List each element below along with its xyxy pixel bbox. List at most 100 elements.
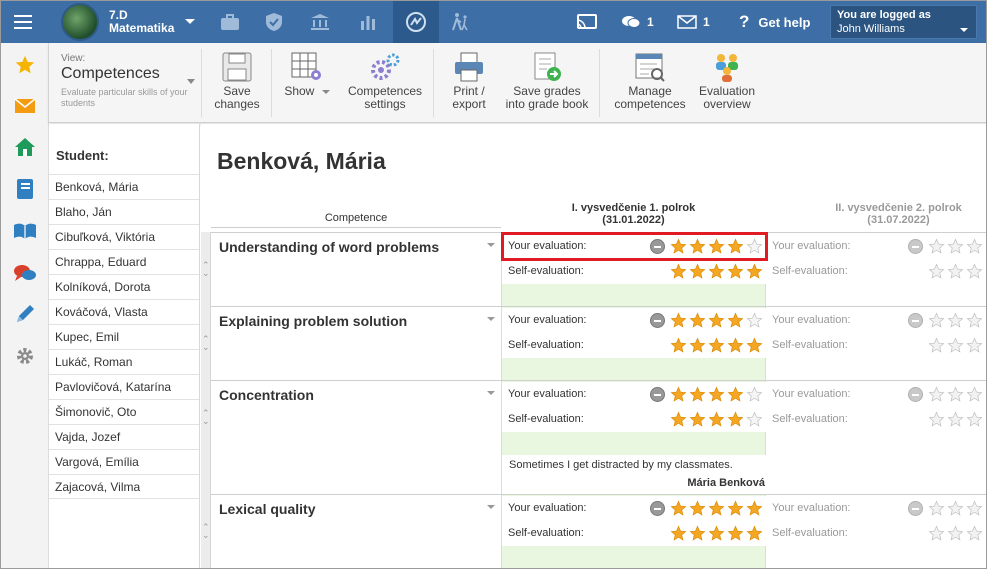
rating-star-icon[interactable] bbox=[947, 525, 964, 542]
gear-icon[interactable] bbox=[13, 344, 37, 368]
rating-star-icon[interactable] bbox=[966, 312, 983, 329]
star-rating[interactable] bbox=[670, 411, 763, 428]
clear-rating-icon[interactable] bbox=[650, 239, 665, 254]
star-icon[interactable] bbox=[13, 53, 37, 77]
rating-star-icon[interactable] bbox=[708, 500, 725, 517]
clear-rating-icon[interactable] bbox=[650, 313, 665, 328]
menu-icon[interactable] bbox=[1, 1, 45, 43]
rating-star-icon[interactable] bbox=[689, 411, 706, 428]
class-selector[interactable]: 7.D Matematika bbox=[53, 3, 203, 41]
rating-star-icon[interactable] bbox=[727, 337, 744, 354]
rating-star-icon[interactable] bbox=[670, 312, 687, 329]
rating-star-icon[interactable] bbox=[689, 312, 706, 329]
rating-star-icon[interactable] bbox=[689, 386, 706, 403]
reorder-icon[interactable]: ⌃ ⌄ bbox=[202, 335, 210, 352]
messages-button[interactable]: 1 bbox=[621, 1, 654, 43]
student-item[interactable]: Lukáč, Roman bbox=[49, 349, 199, 374]
reorder-icon[interactable]: ⌃ ⌄ bbox=[202, 261, 210, 278]
competences-settings-button[interactable]: Competences settings bbox=[343, 51, 427, 117]
rating-star-icon[interactable] bbox=[947, 411, 964, 428]
clear-rating-icon[interactable] bbox=[908, 387, 923, 402]
rating-star-icon[interactable] bbox=[928, 238, 945, 255]
star-rating[interactable] bbox=[670, 263, 763, 280]
show-button[interactable]: Show bbox=[283, 51, 331, 117]
student-item[interactable]: Šimonovič, Oto bbox=[49, 399, 199, 424]
institution-icon[interactable] bbox=[297, 1, 343, 43]
rating-star-icon[interactable] bbox=[670, 386, 687, 403]
rating-star-icon[interactable] bbox=[928, 386, 945, 403]
briefcase-icon[interactable] bbox=[207, 1, 253, 43]
star-rating[interactable] bbox=[650, 386, 763, 403]
rating-star-icon[interactable] bbox=[947, 337, 964, 354]
rating-star-icon[interactable] bbox=[670, 500, 687, 517]
rating-star-icon[interactable] bbox=[966, 238, 983, 255]
save-changes-button[interactable]: Save changes bbox=[209, 51, 265, 117]
envelope-icon[interactable] bbox=[13, 94, 37, 118]
rating-star-icon[interactable] bbox=[708, 525, 725, 542]
student-item[interactable]: Cibuľková, Viktória bbox=[49, 224, 199, 249]
rating-star-icon[interactable] bbox=[727, 386, 744, 403]
star-rating[interactable] bbox=[650, 238, 763, 255]
rating-star-icon[interactable] bbox=[966, 525, 983, 542]
open-book-icon[interactable] bbox=[13, 219, 37, 243]
rating-star-icon[interactable] bbox=[670, 525, 687, 542]
rating-star-icon[interactable] bbox=[966, 337, 983, 354]
rating-star-icon[interactable] bbox=[746, 525, 763, 542]
student-item[interactable]: Chrappa, Eduard bbox=[49, 249, 199, 274]
rating-star-icon[interactable] bbox=[727, 263, 744, 280]
row-scroller[interactable] bbox=[201, 232, 211, 568]
rating-star-icon[interactable] bbox=[746, 500, 763, 517]
student-item[interactable]: Pavlovičová, Katarína bbox=[49, 374, 199, 399]
rating-star-icon[interactable] bbox=[689, 337, 706, 354]
student-item[interactable]: Zajacová, Vilma bbox=[49, 474, 199, 499]
rating-star-icon[interactable] bbox=[727, 500, 744, 517]
print-export-button[interactable]: Print / export bbox=[447, 51, 491, 117]
rating-star-icon[interactable] bbox=[966, 500, 983, 517]
student-item[interactable]: Kováčová, Vlasta bbox=[49, 299, 199, 324]
star-rating[interactable] bbox=[650, 500, 763, 517]
rating-star-icon[interactable] bbox=[670, 337, 687, 354]
rating-star-icon[interactable] bbox=[670, 411, 687, 428]
reorder-icon[interactable]: ⌃ ⌄ bbox=[202, 409, 210, 426]
star-rating[interactable] bbox=[650, 312, 763, 329]
chevron-down-icon[interactable] bbox=[487, 391, 495, 395]
rating-star-icon[interactable] bbox=[708, 312, 725, 329]
rating-star-icon[interactable] bbox=[708, 411, 725, 428]
rating-star-icon[interactable] bbox=[746, 312, 763, 329]
rating-star-icon[interactable] bbox=[928, 312, 945, 329]
rating-star-icon[interactable] bbox=[746, 263, 763, 280]
rating-star-icon[interactable] bbox=[727, 238, 744, 255]
rating-star-icon[interactable] bbox=[689, 238, 706, 255]
student-item[interactable]: Blaho, Ján bbox=[49, 199, 199, 224]
student-item[interactable]: Benková, Mária bbox=[49, 174, 199, 199]
competences-icon[interactable] bbox=[393, 1, 439, 43]
rating-star-icon[interactable] bbox=[746, 337, 763, 354]
rating-star-icon[interactable] bbox=[746, 411, 763, 428]
user-menu[interactable]: You are logged as John Williams bbox=[830, 5, 977, 39]
rating-star-icon[interactable] bbox=[928, 500, 945, 517]
help-button[interactable]: ? Get help bbox=[739, 1, 810, 43]
pencil-icon[interactable] bbox=[13, 302, 37, 326]
rating-star-icon[interactable] bbox=[947, 500, 964, 517]
rating-star-icon[interactable] bbox=[689, 263, 706, 280]
chevron-down-icon[interactable] bbox=[487, 317, 495, 321]
reorder-icon[interactable]: ⌃ ⌄ bbox=[202, 523, 210, 540]
notebook-icon[interactable] bbox=[13, 177, 37, 201]
evaluation-overview-button[interactable]: Evaluation overview bbox=[697, 51, 757, 117]
rating-star-icon[interactable] bbox=[966, 411, 983, 428]
student-item[interactable]: Vargová, Emília bbox=[49, 449, 199, 474]
rating-star-icon[interactable] bbox=[708, 263, 725, 280]
rating-star-icon[interactable] bbox=[928, 525, 945, 542]
mail-button[interactable]: 1 bbox=[677, 1, 710, 43]
clear-rating-icon[interactable] bbox=[650, 501, 665, 516]
rating-star-icon[interactable] bbox=[947, 263, 964, 280]
bar-chart-icon[interactable] bbox=[345, 1, 391, 43]
rating-star-icon[interactable] bbox=[746, 386, 763, 403]
rating-star-icon[interactable] bbox=[670, 263, 687, 280]
rating-star-icon[interactable] bbox=[928, 263, 945, 280]
chat-bubbles-icon[interactable] bbox=[13, 261, 37, 285]
clear-rating-icon[interactable] bbox=[908, 239, 923, 254]
manage-competences-button[interactable]: Manage competences bbox=[611, 51, 689, 117]
rating-star-icon[interactable] bbox=[947, 312, 964, 329]
rating-star-icon[interactable] bbox=[928, 337, 945, 354]
